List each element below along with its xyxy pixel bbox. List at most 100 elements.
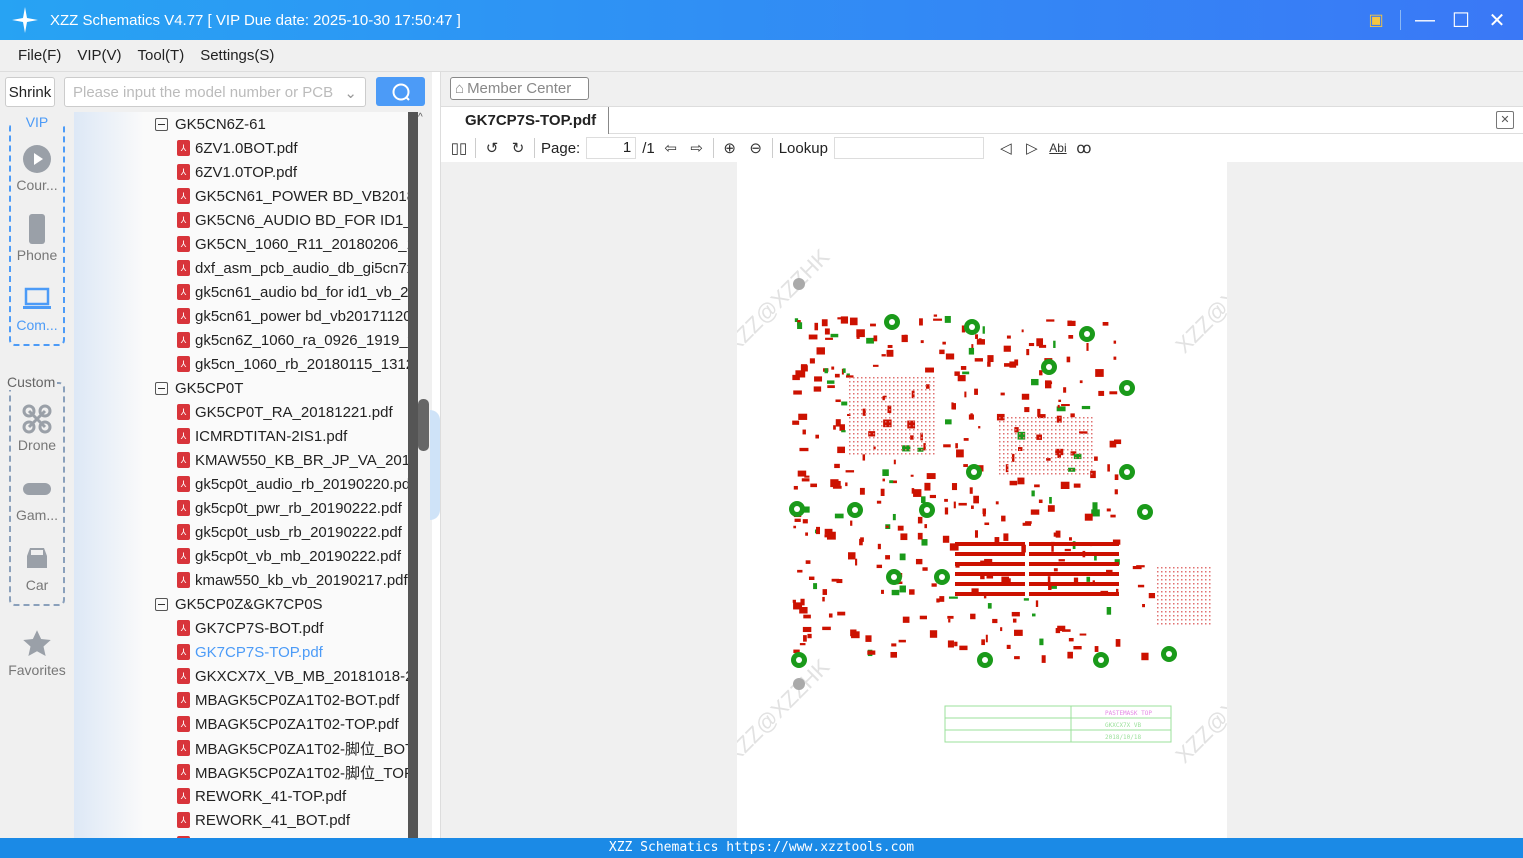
bga-pad xyxy=(861,425,863,427)
pane-collapse-handle[interactable] xyxy=(430,410,440,520)
shrink-button[interactable]: Shrink xyxy=(5,77,55,107)
page-input[interactable]: 1 xyxy=(586,137,637,159)
tree-file[interactable]: ⅄ gk5cp0t_audio_rb_20190220.pdf xyxy=(177,472,408,496)
bga-pad xyxy=(1173,607,1175,609)
collapse-icon[interactable] xyxy=(155,597,168,611)
zoom-out-icon[interactable]: ⊖ xyxy=(746,137,766,159)
collapse-icon[interactable] xyxy=(155,381,168,395)
tree-file[interactable]: ⅄ gk5cp0t_vb_mb_20190222.pdf xyxy=(177,544,408,568)
tree-file[interactable]: ⅄ gk5cp0t_usb_rb_20190222.pdf xyxy=(177,520,408,544)
menu-file[interactable]: File(F) xyxy=(18,47,61,64)
find-next-icon[interactable]: ▷ xyxy=(1022,137,1042,159)
bga-pad xyxy=(849,437,851,439)
tree-file[interactable]: ⅄ GK5CN6_AUDIO BD_FOR ID1_RA xyxy=(177,208,408,232)
tree-file[interactable]: ⅄ gk5cp0t_pwr_rb_20190222.pdf xyxy=(177,496,408,520)
sidebar-item-games[interactable]: Gam... xyxy=(0,474,74,523)
tree-file[interactable]: ⅄ 6ZV1.0BOT.pdf xyxy=(177,136,408,160)
sidebar-item-phone[interactable]: Phone xyxy=(0,214,74,263)
tree-file[interactable]: ⅄ GK7CP7S-TOP.pdf xyxy=(177,640,408,664)
tree-file[interactable]: ⅄ dxf_asm_pcb_audio_db_gi5cn7x xyxy=(177,256,408,280)
scroll-up-icon[interactable]: ^ xyxy=(418,112,430,128)
bga-pad xyxy=(1023,445,1025,447)
document-canvas[interactable]: XZZ@XZZHK XZZ@XZZHK XZZ@XZZHK XZZ@XZZHK PAST… xyxy=(441,162,1523,838)
collapse-icon[interactable] xyxy=(155,117,168,131)
tree-file[interactable]: ⅄ gk5cn61_audio bd_for id1_vb_20 xyxy=(177,280,408,304)
bga-pad xyxy=(1059,465,1061,467)
close-button[interactable]: ✕ xyxy=(1485,8,1509,32)
rotate-right-icon[interactable]: ↻ xyxy=(508,137,528,159)
tree-file[interactable]: ⅄ REWORK_41-TOP.pdf xyxy=(177,784,408,808)
tree-file[interactable]: ⅄ GK5CN_1060_R11_20180206_165 xyxy=(177,232,408,256)
search-button[interactable] xyxy=(376,77,425,106)
search-input[interactable]: Please input the model number or PCB ⌄ xyxy=(64,77,366,107)
tree-file[interactable]: ⅄ MBAGK5CP0ZA1T02-BOT.pdf xyxy=(177,688,408,712)
pcb-mark xyxy=(955,582,1025,586)
tree-file[interactable]: ⅄ MBAGK5CP0ZA1T02-TOP.pdf xyxy=(177,712,408,736)
custom-group-label: Custom xyxy=(5,374,58,390)
bga-pad xyxy=(1011,433,1013,435)
sidebar-item-favorites[interactable]: Favorites xyxy=(0,629,74,678)
menu-settings[interactable]: Settings(S) xyxy=(200,47,274,64)
tree-file[interactable]: ⅄ GK5CP0T_RA_20181221.pdf xyxy=(177,400,408,424)
sidebar-item-courses[interactable]: Cour... xyxy=(0,144,74,193)
bga-pad xyxy=(873,389,875,391)
menu-vip[interactable]: VIP(V) xyxy=(77,47,121,64)
close-tabs-icon[interactable]: ✕ xyxy=(1496,111,1514,129)
minimize-button[interactable]: — xyxy=(1413,8,1437,32)
tree-file[interactable]: ⅄ KMAW550_KB_BR_JP_VA_20190 xyxy=(177,448,408,472)
tree-group[interactable]: GK5CP0T xyxy=(155,376,243,400)
prev-page-icon[interactable]: ⇦ xyxy=(661,137,681,159)
bga-pad xyxy=(921,397,923,399)
maximize-button[interactable]: ☐ xyxy=(1449,8,1473,32)
bga-pad xyxy=(893,421,895,423)
pcb-mark xyxy=(1115,639,1121,647)
sidebar-item-car[interactable]: Car xyxy=(0,544,74,593)
chevron-down-icon[interactable]: ⌄ xyxy=(344,84,357,102)
bga-pad xyxy=(1039,453,1041,455)
bga-pad xyxy=(1157,619,1159,621)
match-case-icon[interactable]: Abi xyxy=(1048,137,1068,159)
tree-scrollbar[interactable]: ^ xyxy=(408,112,430,838)
tree-file[interactable]: ⅄ GK7CP7S-BOT.pdf xyxy=(177,616,408,640)
find-prev-icon[interactable]: ◁ xyxy=(996,137,1016,159)
tree-file[interactable]: ⅄ MBAGK5CP0ZA1T02-脚位_TOP.pdf xyxy=(177,760,408,784)
bga-pad xyxy=(877,421,879,423)
bga-pad xyxy=(1007,445,1009,447)
next-page-icon[interactable]: ⇨ xyxy=(687,137,707,159)
tree-file[interactable]: ⅄ 6ZV1.0TOP.pdf xyxy=(177,160,408,184)
status-bar: XZZ Schematics https://www.xzztools.com xyxy=(0,838,1523,858)
menu-tool[interactable]: Tool(T) xyxy=(138,47,185,64)
tree-file[interactable]: ⅄ kmaw550_kb_vb_20190217.pdf xyxy=(177,568,408,592)
bga-pad xyxy=(1051,421,1053,423)
bga-pad xyxy=(1039,437,1041,439)
lookup-input[interactable] xyxy=(833,137,984,159)
tree-file[interactable]: ⅄ MBAGK5CP0ZA1T02-脚位_BOT.pdf xyxy=(177,736,408,760)
tab-gk7cp7s-top[interactable]: GK7CP7S-TOP.pdf xyxy=(441,107,609,134)
bga-pad xyxy=(1043,417,1045,419)
tree-group[interactable]: GK5CN6Z-61 xyxy=(155,112,266,136)
pcb-mark xyxy=(826,380,835,384)
binoculars-icon[interactable]: ꝏ xyxy=(1074,137,1094,159)
bga-pad xyxy=(1189,615,1191,617)
tree-file[interactable]: ⅄ gk5cn6Z_1060_ra_0926_1919_fo xyxy=(177,328,408,352)
tree-file[interactable]: ⅄ GKXCX7X_VB_MB_20181018-230 xyxy=(177,664,408,688)
bga-pad xyxy=(901,377,903,379)
bga-pad xyxy=(909,413,911,415)
scrollbar-thumb[interactable] xyxy=(418,399,429,451)
vip-bag-icon[interactable]: ▣ xyxy=(1364,8,1388,32)
zoom-in-icon[interactable]: ⊕ xyxy=(720,137,740,159)
tree-file[interactable]: ⅄ gk5cn_1060_rb_20180115_1312. xyxy=(177,352,408,376)
tree-file[interactable]: ⅄ gk5cn61_power bd_vb20171120 xyxy=(177,304,408,328)
tree-file[interactable]: ⅄ ICMRDTITAN-2IS1.pdf xyxy=(177,424,408,448)
rotate-left-icon[interactable]: ↺ xyxy=(482,137,502,159)
bga-pad xyxy=(1063,433,1065,435)
tree-file[interactable]: ⅄ REWORK_41_BOT.pdf xyxy=(177,808,408,832)
sidebar-item-drone[interactable]: Drone xyxy=(0,404,74,453)
tree-group[interactable]: GK5CP0Z&GK7CP0S xyxy=(155,592,323,616)
sidebar-item-computer[interactable]: Com... xyxy=(0,284,74,333)
member-center-button[interactable]: ⌂ Member Center xyxy=(450,77,589,100)
bga-pad xyxy=(1047,425,1049,427)
bga-pad xyxy=(1161,599,1163,601)
tree-file[interactable]: ⅄ GK5CN61_POWER BD_VB20180 xyxy=(177,184,408,208)
two-page-icon[interactable]: ▯▯ xyxy=(449,137,469,159)
